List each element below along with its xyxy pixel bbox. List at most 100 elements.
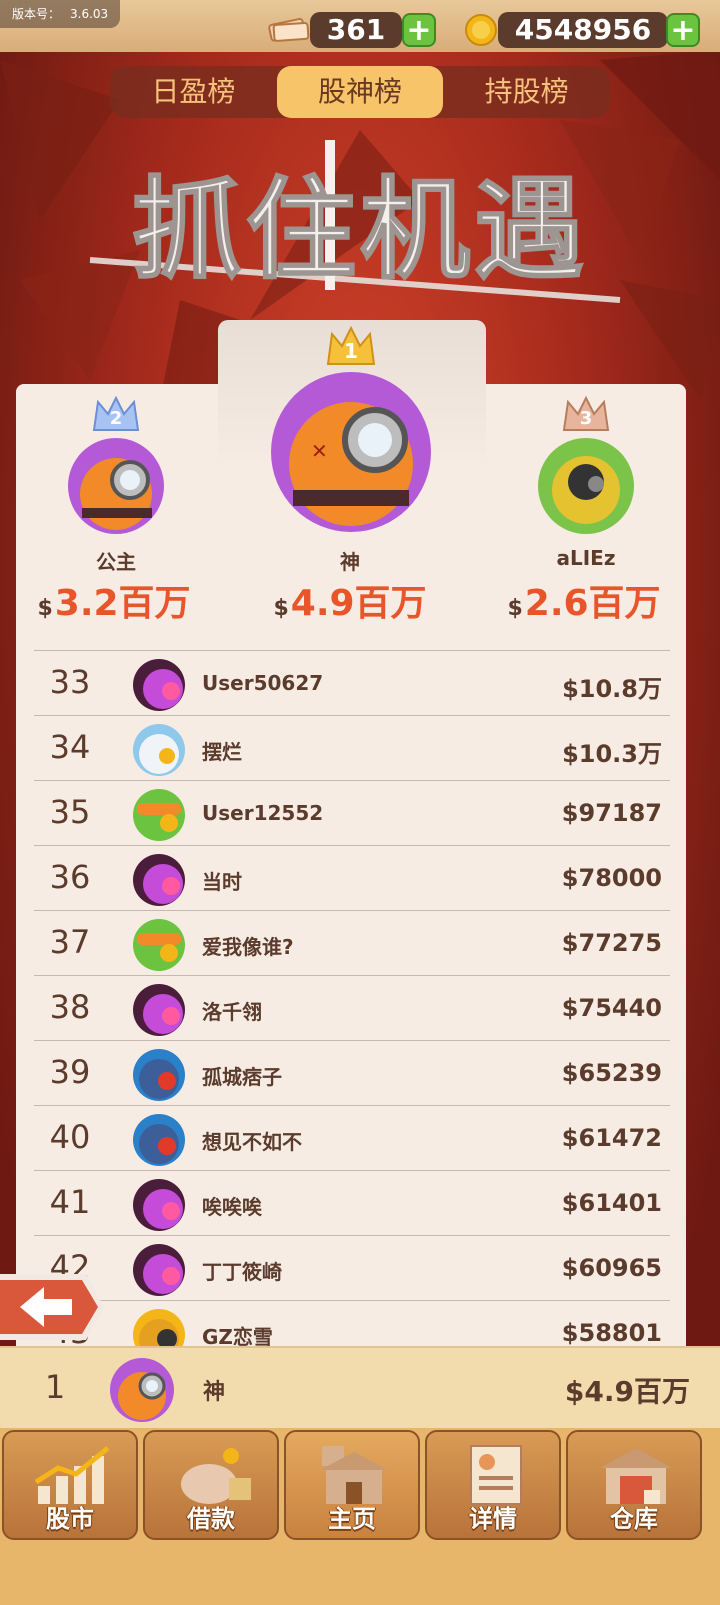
- coin-icon: [464, 13, 498, 47]
- row-value: $61472: [561, 1124, 662, 1152]
- row-value: $10.3万: [562, 740, 662, 768]
- row-rank: 39: [49, 1053, 91, 1091]
- podium-name-1: 神: [340, 550, 360, 574]
- avatar[interactable]: [133, 919, 185, 971]
- avatar[interactable]: [133, 854, 185, 906]
- row-name: 当时: [202, 870, 242, 894]
- svg-text:2: 2: [110, 408, 123, 429]
- banner-title: 抓住机遇: [80, 140, 640, 310]
- nav-label: 借款: [187, 1505, 235, 1533]
- row-value: $65239: [561, 1059, 662, 1087]
- version-badge: 版本号： 3.6.03: [0, 0, 121, 28]
- row-rank: 38: [49, 988, 91, 1026]
- nav-label: 主页: [328, 1505, 376, 1533]
- table-row[interactable]: 36 当时 $78000: [34, 845, 670, 911]
- bottom-nav: 股市 借款 主页 详情 仓库: [0, 1428, 720, 1605]
- avatar[interactable]: [133, 1244, 185, 1296]
- podium-value-1: $4.9百万: [273, 583, 427, 624]
- row-rank: 40: [49, 1118, 91, 1156]
- row-name: 洛千翎: [202, 1000, 262, 1024]
- cash-icon: [266, 14, 310, 44]
- avatar[interactable]: [538, 438, 634, 534]
- arrow-left-icon: [0, 1274, 104, 1340]
- tab-daily-profit[interactable]: 日盈榜: [110, 66, 277, 118]
- add-cash-button[interactable]: +: [402, 13, 436, 47]
- row-name: User12552: [202, 801, 324, 825]
- svg-text:3: 3: [580, 408, 593, 429]
- my-rank: 1: [44, 1368, 66, 1406]
- podium-value-2: $3.2百万: [37, 583, 191, 624]
- avatar[interactable]: [133, 789, 185, 841]
- nav-label: 详情: [469, 1505, 517, 1533]
- nav-warehouse-button[interactable]: 仓库: [566, 1430, 702, 1540]
- cash-amount: 361: [310, 12, 402, 48]
- podium-value-3: $2.6百万: [507, 583, 661, 624]
- nav-home-button[interactable]: 主页: [284, 1430, 420, 1540]
- my-rank-bar: 1 神 $4.9百万: [0, 1346, 720, 1430]
- table-row[interactable]: 39 孤城痞子 $65239: [34, 1040, 670, 1106]
- avatar[interactable]: [110, 1358, 174, 1422]
- avatar[interactable]: [68, 438, 164, 534]
- row-rank: 36: [49, 858, 91, 896]
- row-rank: 35: [49, 793, 91, 831]
- table-row[interactable]: 42 丁丁筱崎 $60965: [34, 1235, 670, 1301]
- avatar[interactable]: [133, 1309, 185, 1346]
- table-row[interactable]: 33 User50627 $10.8万: [34, 650, 670, 716]
- row-rank: 41: [49, 1183, 91, 1221]
- avatar[interactable]: [133, 1179, 185, 1231]
- table-row[interactable]: 38 洛千翎 $75440: [34, 975, 670, 1041]
- tab-stock-god[interactable]: 股神榜: [276, 66, 444, 118]
- row-value: $78000: [561, 864, 662, 892]
- add-coins-button[interactable]: +: [666, 13, 700, 47]
- row-value: $97187: [561, 799, 662, 827]
- crown-bronze-icon: 3: [562, 394, 610, 438]
- leaderboard-tabs: 日盈榜 股神榜 持股榜: [110, 66, 610, 118]
- avatar[interactable]: [133, 984, 185, 1036]
- banner-title-text: 抓住机遇: [132, 166, 588, 294]
- svg-text:✕: ✕: [311, 439, 328, 463]
- row-name: GZ恋雪: [202, 1325, 273, 1346]
- crown-gold-icon: 1: [326, 325, 376, 372]
- table-row[interactable]: 41 唉唉唉 $61401: [34, 1170, 670, 1236]
- row-value: $61401: [561, 1189, 662, 1217]
- row-value: $60965: [561, 1254, 662, 1282]
- row-rank: 34: [49, 728, 91, 766]
- avatar[interactable]: [133, 724, 185, 776]
- row-name: User50627: [202, 671, 324, 695]
- row-name: 唉唉唉: [202, 1195, 262, 1219]
- nav-loan-button[interactable]: 借款: [143, 1430, 279, 1540]
- row-name: 丁丁筱崎: [202, 1260, 282, 1284]
- table-row[interactable]: 40 想见不如不 $61472: [34, 1105, 670, 1171]
- avatar[interactable]: ✕: [271, 372, 431, 532]
- row-value: $58801: [561, 1319, 662, 1346]
- row-name: 想见不如不: [202, 1130, 302, 1154]
- my-name: 神: [203, 1380, 226, 1405]
- table-row[interactable]: 34 摆烂 $10.3万: [34, 715, 670, 781]
- podium-name-3: aLIEz: [556, 546, 616, 570]
- svg-text:1: 1: [344, 339, 358, 363]
- avatar[interactable]: [133, 659, 185, 711]
- tab-holdings[interactable]: 持股榜: [443, 66, 610, 118]
- row-value: $10.8万: [562, 675, 662, 703]
- table-row[interactable]: 35 User12552 $97187: [34, 780, 670, 846]
- table-row[interactable]: 37 爱我像谁? $77275: [34, 910, 670, 976]
- podium-name-2: 公主: [96, 550, 136, 574]
- version-value: 3.6.03: [70, 7, 109, 21]
- row-value: $77275: [561, 929, 662, 957]
- crown-silver-icon: 2: [92, 394, 140, 438]
- row-value: $75440: [561, 994, 662, 1022]
- nav-stock-market-button[interactable]: 股市: [2, 1430, 138, 1540]
- row-rank: 33: [49, 663, 91, 701]
- avatar[interactable]: [133, 1114, 185, 1166]
- row-rank: 37: [49, 923, 91, 961]
- my-value: $4.9百万: [564, 1375, 690, 1408]
- avatar[interactable]: [133, 1049, 185, 1101]
- nav-label: 股市: [46, 1505, 94, 1533]
- ranking-list[interactable]: 33 User50627 $10.8万 34 摆烂 $10.3万 35 User…: [34, 650, 670, 1346]
- table-row[interactable]: 43 GZ恋雪 $58801: [34, 1300, 670, 1346]
- row-name: 摆烂: [202, 740, 242, 764]
- version-label: 版本号：: [12, 7, 61, 21]
- back-button[interactable]: [0, 1270, 106, 1344]
- nav-details-button[interactable]: 详情: [425, 1430, 561, 1540]
- row-name: 孤城痞子: [202, 1065, 282, 1089]
